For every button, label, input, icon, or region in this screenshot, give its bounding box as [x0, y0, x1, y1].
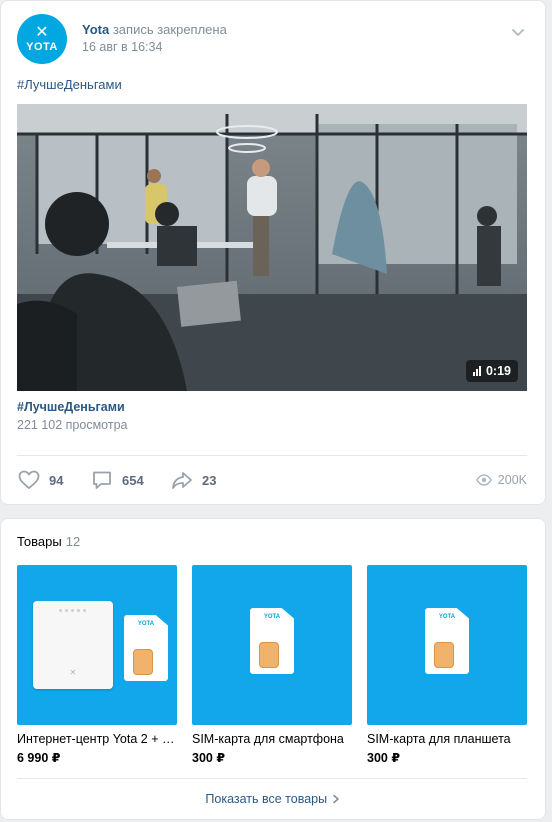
sim-chip-icon — [133, 649, 153, 675]
post-hashtag-link[interactable]: #ЛучшеДеньгами — [17, 77, 122, 92]
product-price: 300 ₽ — [192, 751, 226, 765]
video-views-count: 221 102 просмотра — [17, 418, 128, 432]
router-image: ✕ — [33, 601, 113, 689]
chevron-down-icon[interactable] — [510, 24, 526, 40]
eye-icon — [475, 474, 492, 486]
sim-logo-text: YOTA — [137, 621, 155, 627]
avatar-brand-text: YOTA — [26, 41, 58, 53]
product-card[interactable]: YOTA SIM-карта для планшета 300 ₽ — [367, 565, 527, 765]
product-card[interactable]: YOTA SIM-карта для смартфона 300 ₽ — [192, 565, 352, 765]
post-action-text: запись закреплена — [112, 22, 227, 37]
actions-divider — [17, 455, 527, 456]
post-views-count: 200K — [497, 473, 527, 487]
video-duration-text: 0:19 — [485, 364, 511, 378]
comment-count: 654 — [122, 472, 144, 488]
product-card[interactable]: ✕ YOTA Интернет-центр Yota 2 + SIM-карта… — [17, 565, 177, 765]
share-button[interactable]: 23 — [170, 467, 216, 493]
sim-card-image: YOTA — [124, 615, 168, 681]
author-avatar[interactable]: ✕ YOTA — [17, 14, 67, 64]
goods-title-link[interactable]: Товары 12 — [17, 534, 80, 549]
comment-button[interactable]: 654 — [90, 467, 144, 493]
video-player[interactable]: 0:19 — [17, 104, 527, 391]
sim-chip-icon — [434, 642, 454, 668]
like-count: 94 — [49, 472, 64, 488]
product-price: 6 990 ₽ — [17, 751, 61, 765]
product-price: 300 ₽ — [367, 751, 401, 765]
show-all-goods-link[interactable]: Показать все товары — [0, 792, 546, 806]
video-title-link[interactable]: #ЛучшеДеньгами — [17, 400, 125, 414]
post-author-line: Yota запись закреплена — [82, 22, 227, 37]
chevron-right-icon — [332, 794, 339, 804]
product-image[interactable]: ✕ YOTA — [17, 565, 177, 725]
video-duration-badge: 0:19 — [465, 360, 518, 382]
sim-card-image: YOTA — [250, 608, 294, 674]
post-date-link[interactable]: 16 авг в 16:34 — [82, 40, 162, 54]
show-all-goods-label: Показать все товары — [205, 792, 328, 806]
product-name[interactable]: SIM-карта для планшета — [367, 732, 527, 746]
yota-logo-icon: ✕ — [35, 24, 49, 41]
goods-divider — [17, 778, 527, 779]
sim-logo-text: YOTA — [263, 614, 281, 620]
share-icon — [172, 472, 192, 489]
sim-logo-text: YOTA — [438, 614, 456, 620]
post-views: 200K — [475, 472, 527, 488]
product-name[interactable]: Интернет-центр Yota 2 + SIM-карта — [17, 732, 177, 746]
volume-bars-icon — [472, 366, 481, 376]
goods-count: 12 — [65, 534, 81, 549]
product-name[interactable]: SIM-карта для смартфона — [192, 732, 352, 746]
sim-chip-icon — [259, 642, 279, 668]
product-image[interactable]: YOTA — [367, 565, 527, 725]
heart-icon — [18, 470, 40, 489]
post-card: ✕ YOTA Yota запись закреплена 16 авг в 1… — [0, 0, 546, 505]
sim-card-image: YOTA — [425, 608, 469, 674]
video-thumbnail — [17, 104, 527, 391]
product-image[interactable]: YOTA — [192, 565, 352, 725]
share-count: 23 — [202, 472, 217, 488]
comment-icon — [93, 471, 111, 489]
author-name-link[interactable]: Yota — [82, 22, 109, 37]
goods-title: Товары — [17, 534, 62, 549]
like-button[interactable]: 94 — [17, 467, 63, 493]
router-logo-icon: ✕ — [69, 668, 77, 677]
